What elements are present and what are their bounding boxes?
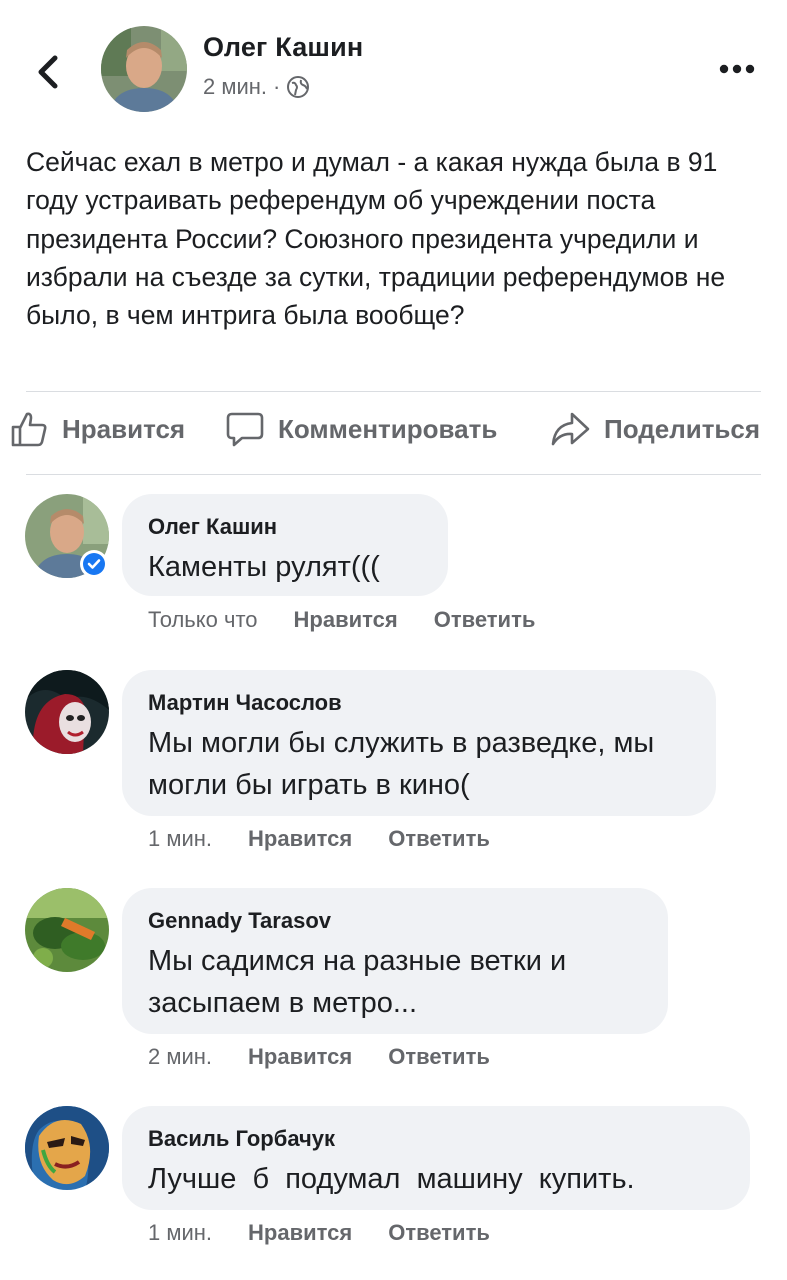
comment-like-button[interactable]: Нравится <box>294 607 398 633</box>
comment-bubble-icon <box>226 412 264 447</box>
comment-like-button[interactable]: Нравится <box>248 1044 352 1070</box>
post-time: 2 мин. <box>203 74 268 99</box>
meta-separator: · <box>273 74 281 99</box>
comment-reply-button[interactable]: Ответить <box>434 607 536 633</box>
divider <box>26 391 761 392</box>
divider <box>26 474 761 475</box>
more-options-icon[interactable] <box>716 60 758 78</box>
thumbs-up-icon <box>11 412 47 447</box>
like-button[interactable]: Нравится <box>10 410 185 448</box>
share-arrow-icon <box>551 412 590 446</box>
author-name[interactable]: Олег Кашин <box>203 32 363 63</box>
comment-text: Мы могли бы служить в разведке, мы могли… <box>148 727 655 801</box>
commenter-avatar[interactable] <box>25 670 109 754</box>
commenter-avatar[interactable] <box>25 888 109 972</box>
comment-author[interactable]: Мартин Часослов <box>148 690 690 716</box>
comment-time: Только что <box>148 607 258 632</box>
post-meta: 2 мин. · <box>203 74 310 100</box>
comment-bubble: Gennady Tarasov Мы садимся на разные вет… <box>122 888 668 1034</box>
post-text: Сейчас ехал в метро и думал - а какая ну… <box>26 147 726 331</box>
comment-bubble: Олег Кашин Каменты рулят((( <box>122 494 448 596</box>
comment-reply-button[interactable]: Ответить <box>388 1044 490 1070</box>
comment-text: Каменты рулят((( <box>148 551 380 583</box>
comment-like-button[interactable]: Нравится <box>248 826 352 852</box>
verified-badge-icon <box>80 550 108 578</box>
comment-author[interactable]: Олег Кашин <box>148 514 422 540</box>
comment-label: Комментировать <box>278 413 498 444</box>
comment-bubble: Василь Горбачук Лучше б подумал машину к… <box>122 1106 750 1210</box>
comment-meta: 1 мин. Нравится Ответить <box>148 1220 526 1246</box>
comment-time: 1 мин. <box>148 1220 213 1245</box>
comment-text: Лучше б подумал машину купить. <box>148 1163 635 1195</box>
comment-reply-button[interactable]: Ответить <box>388 826 490 852</box>
comment-time: 1 мин. <box>148 826 213 851</box>
comment-reply-button[interactable]: Ответить <box>388 1220 490 1246</box>
comment-text: Мы садимся на разные ветки и засыпаем в … <box>148 945 567 1019</box>
comment-like-button[interactable]: Нравится <box>248 1220 352 1246</box>
post-actions: Нравится Комментировать Поделиться <box>0 410 787 460</box>
comment-author[interactable]: Василь Горбачук <box>148 1126 724 1152</box>
comment-bubble: Мартин Часослов Мы могли бы служить в ра… <box>122 670 716 816</box>
comment-time: 2 мин. <box>148 1044 213 1069</box>
comment-meta: Только что Нравится Ответить <box>148 607 571 633</box>
comment-button[interactable]: Комментировать <box>226 410 497 448</box>
like-label: Нравится <box>62 413 186 444</box>
comment-meta: 1 мин. Нравится Ответить <box>148 826 526 852</box>
globe-icon <box>286 75 310 99</box>
commenter-avatar[interactable] <box>25 1106 109 1190</box>
author-avatar[interactable] <box>101 26 187 112</box>
back-arrow-icon[interactable] <box>22 46 74 98</box>
comment-author[interactable]: Gennady Tarasov <box>148 908 642 934</box>
share-button[interactable]: Поделиться <box>550 410 760 448</box>
comment-meta: 2 мин. Нравится Ответить <box>148 1044 526 1070</box>
share-label: Поделиться <box>604 413 761 444</box>
